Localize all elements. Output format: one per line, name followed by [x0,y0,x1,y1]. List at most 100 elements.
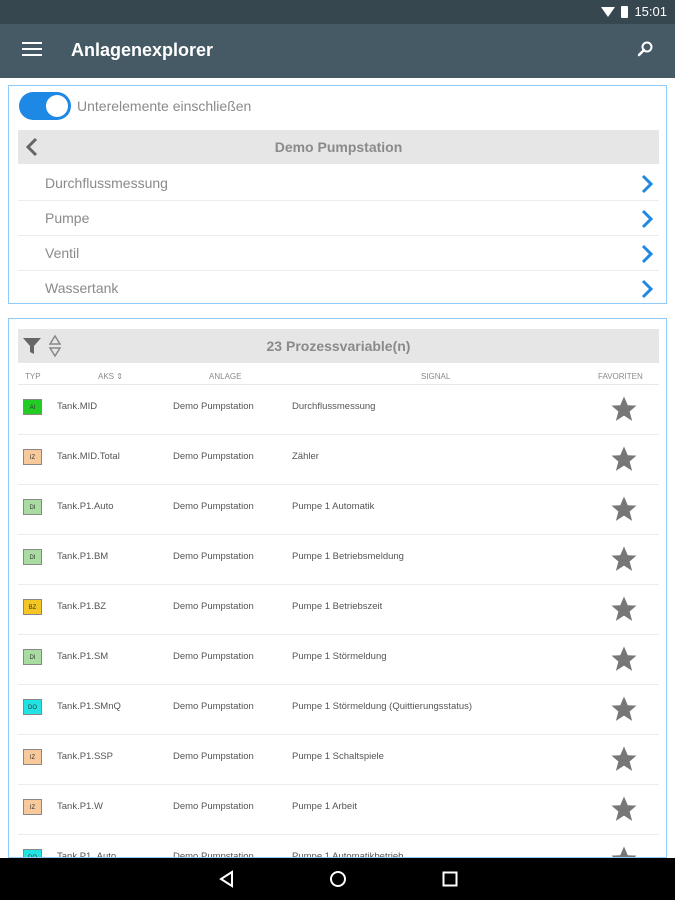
wifi-icon [601,6,616,17]
system-nav-bar [0,858,675,900]
aks-cell: Tank.P1.SSP [57,751,113,762]
star-icon[interactable] [609,444,639,474]
table-row[interactable]: DI Tank.P1.BM Demo Pumpstation Pumpe 1 Betr… [18,535,659,585]
anlage-cell: Demo Pumpstation [173,701,254,712]
status-icons: 15:01 [601,4,667,19]
table-row[interactable]: IZ Tank.MID.Total Demo Pumpstation Zähler [18,435,659,485]
star-icon[interactable] [609,744,639,774]
list-item[interactable]: Wassertank [18,271,659,306]
star-icon[interactable] [609,494,639,524]
type-badge: DI [23,649,42,665]
home-icon[interactable] [329,870,347,888]
process-variables-panel: 23 Prozessvariable(n) TYP AKS ⇕ ANLAGE S… [8,318,667,858]
star-icon[interactable] [609,594,639,624]
list-item-label: Wassertank [45,280,119,296]
type-badge: DO [23,699,42,715]
star-icon[interactable] [609,544,639,574]
signal-cell: Pumpe 1 Betriebsmeldung [292,551,404,562]
anlage-cell: Demo Pumpstation [173,651,254,662]
status-time: 15:01 [634,4,667,19]
sub-element-list: Durchflussmessung Pumpe Ventil Wassertan… [18,166,659,306]
breadcrumb: Demo Pumpstation [18,130,659,164]
list-item[interactable]: Ventil [18,236,659,271]
include-subelements-toggle[interactable] [19,92,71,120]
signal-cell: Pumpe 1 Betriebszeit [292,601,383,612]
chevron-right-icon [641,244,654,264]
star-icon[interactable] [609,794,639,824]
column-header-signal[interactable]: SIGNAL [421,372,450,381]
chevron-right-icon [641,279,654,299]
star-icon[interactable] [609,694,639,724]
signal-cell: Pumpe 1 Störmeldung (Quittierungsstatus) [292,701,473,712]
star-icon[interactable] [609,394,639,424]
type-badge: AI [23,399,42,415]
type-badge: IZ [23,749,42,765]
include-subelements-row: Unterelemente einschließen [19,91,251,121]
table-row[interactable]: AI Tank.MID Demo Pumpstation Durchflussmess… [18,385,659,435]
recents-icon[interactable] [441,870,459,888]
aks-cell: Tank.P1.SM [57,651,109,662]
type-badge: BZ [23,599,42,615]
column-header-typ[interactable]: TYP [25,372,41,381]
signal-cell: Pumpe 1 Arbeit [292,801,357,812]
page-title: Anlagenexplorer [71,40,214,60]
table-row[interactable]: DO Tank.P1.SMnQ Demo Pumpstation Pumpe 1 St… [18,685,659,735]
table-row[interactable]: IZ Tank.P1.SSP Demo Pumpstation Pumpe 1 Sch… [18,735,659,785]
table-row[interactable]: DO Tank.P1_Auto Demo Pumpstation Pumpe 1 Au… [18,835,659,858]
aks-cell: Tank.P1.W [57,801,103,812]
app-bar: Anlagenexplorer [0,24,675,78]
aks-cell: Tank.MID [57,401,98,412]
chevron-right-icon [641,174,654,194]
type-badge: IZ [23,449,42,465]
list-item-label: Ventil [45,245,80,261]
type-badge: DO [23,849,42,857]
explorer-panel: Unterelemente einschließen Demo Pumpstat… [8,85,667,304]
signal-cell: Pumpe 1 Störmeldung [292,651,387,662]
back-icon[interactable] [218,870,236,888]
search-icon[interactable] [637,40,655,58]
process-variables-table: TYP AKS ⇕ ANLAGE SIGNAL FAVORITEN AI Tank… [18,367,659,858]
include-subelements-label: Unterelemente einschließen [77,98,252,114]
signal-cell: Pumpe 1 Schaltspiele [292,751,384,762]
table-row[interactable]: DI Tank.P1.SM Demo Pumpstation Pumpe 1 Stör… [18,635,659,685]
type-badge: IZ [23,799,42,815]
star-icon[interactable] [609,644,639,674]
star-icon[interactable] [609,844,639,858]
anlage-cell: Demo Pumpstation [173,401,254,412]
list-item-label: Pumpe [45,210,90,226]
signal-cell: Pumpe 1 Automatik [292,501,375,512]
column-header-favoriten[interactable]: FAVORITEN [598,372,643,381]
aks-cell: Tank.P1_Auto [57,851,117,858]
process-variables-count: 23 Prozessvariable(n) [266,338,411,354]
anlage-cell: Demo Pumpstation [173,751,254,762]
anlage-cell: Demo Pumpstation [173,851,254,858]
anlage-cell: Demo Pumpstation [173,601,254,612]
aks-cell: Tank.P1.BM [57,551,109,562]
breadcrumb-title: Demo Pumpstation [274,139,403,155]
signal-cell: Durchflussmessung [292,401,376,412]
table-row[interactable]: BZ Tank.P1.BZ Demo Pumpstation Pumpe 1 Betr… [18,585,659,635]
aks-cell: Tank.P1.BZ [57,601,107,612]
signal-cell: Pumpe 1 Automatikbetrieb [292,851,404,858]
aks-cell: Tank.P1.SMnQ [57,701,121,712]
column-header-aks[interactable]: AKS ⇕ [98,372,123,381]
signal-cell: Zähler [292,451,319,462]
list-item-label: Durchflussmessung [45,175,168,191]
table-header: TYP AKS ⇕ ANLAGE SIGNAL FAVORITEN [18,367,659,385]
table-row[interactable]: DI Tank.P1.Auto Demo Pumpstation Pumpe 1 Au… [18,485,659,535]
table-row[interactable]: IZ Tank.P1.W Demo Pumpstation Pumpe 1 Arbei… [18,785,659,835]
anlage-cell: Demo Pumpstation [173,501,254,512]
anlage-cell: Demo Pumpstation [173,801,254,812]
anlage-cell: Demo Pumpstation [173,551,254,562]
anlage-cell: Demo Pumpstation [173,451,254,462]
chevron-right-icon [641,209,654,229]
aks-cell: Tank.MID.Total [57,451,120,462]
list-item[interactable]: Pumpe [18,201,659,236]
list-item[interactable]: Durchflussmessung [18,166,659,201]
aks-cell: Tank.P1.Auto [57,501,114,512]
status-bar: 15:01 [0,0,675,24]
table-body: AI Tank.MID Demo Pumpstation Durchflussmess… [18,385,659,858]
column-header-anlage[interactable]: ANLAGE [209,372,241,381]
battery-icon [621,5,629,18]
menu-icon[interactable] [22,42,42,58]
